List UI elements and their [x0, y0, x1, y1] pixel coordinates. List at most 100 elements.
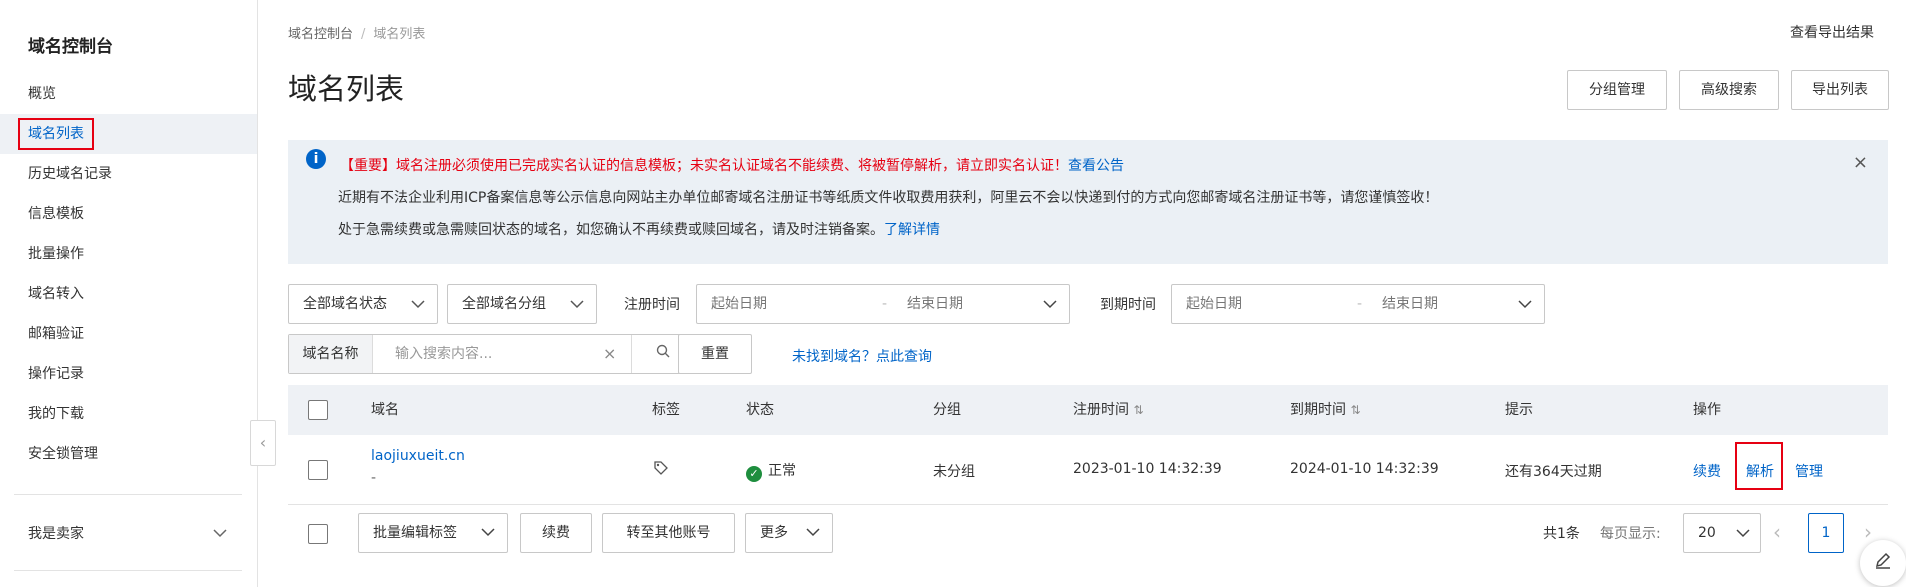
search-input[interactable]: 输入搜索内容... [395, 335, 492, 373]
sidebar-item-op-log[interactable]: 操作记录 [0, 354, 257, 394]
chevron-down-icon [570, 285, 584, 323]
reg-date-range[interactable]: 起始日期 - 结束日期 [696, 284, 1070, 324]
learn-more-link[interactable]: 了解详情 [884, 222, 940, 238]
search-field-label: 域名名称 [289, 335, 373, 373]
notice-line-fraud: 近期有不法企业利用ICP备案信息等公示信息向网站主办单位邮寄域名注册证书等纸质文… [338, 190, 1439, 206]
reset-button[interactable]: 重置 [678, 334, 752, 374]
sidebar-item-templates[interactable]: 信息模板 [0, 194, 257, 234]
exp-start-date[interactable]: 起始日期 [1186, 285, 1242, 323]
table-row: laojiuxueit.cn - ✓ 正常 未分组 2023-01-10 14:3… [288, 435, 1888, 505]
info-icon: i [306, 149, 326, 169]
page-title: 域名列表 [288, 72, 405, 106]
status-text: 正常 [768, 463, 796, 479]
chevron-down-icon [411, 285, 425, 323]
exp-time-label: 到期时间 [1100, 297, 1156, 313]
column-header-status: 状态 [746, 402, 774, 418]
not-found-query-link[interactable]: 未找到域名？点此查询 [792, 346, 932, 366]
exp-time-value: 2024-01-10 14:32:39 [1290, 461, 1439, 477]
chevron-left-icon: ‹ [259, 433, 267, 452]
group-manage-button[interactable]: 分组管理 [1567, 70, 1667, 110]
chevron-down-icon [806, 514, 820, 552]
notice-text: 处于急需续费或急需赎回状态的域名，如您确认不再续费或赎回域名，请及时注销备案。 [338, 222, 884, 238]
transfer-account-button[interactable]: 转至其他账号 [602, 513, 735, 553]
sidebar-item-label: 邮箱验证 [28, 326, 84, 342]
status-filter-select[interactable]: 全部域名状态 [288, 284, 438, 324]
next-page-icon[interactable]: › [1864, 520, 1872, 544]
clear-icon[interactable]: × [603, 335, 616, 373]
exp-end-date[interactable]: 结束日期 [1382, 285, 1438, 323]
view-export-result-link[interactable]: 查看导出结果 [1790, 22, 1874, 42]
sidebar-title: 域名控制台 [28, 37, 113, 57]
column-header-reg-time[interactable]: 注册时间 ⇅ [1073, 385, 1144, 435]
top-bar [0, 0, 1906, 3]
chevron-down-icon [1043, 285, 1057, 323]
highlight-box [1735, 442, 1783, 490]
view-announcement-link[interactable]: 查看公告 [1068, 158, 1124, 174]
page-number-button[interactable]: 1 [1808, 513, 1844, 553]
sidebar-item-history[interactable]: 历史域名记录 [0, 154, 257, 194]
row-checkbox[interactable] [308, 460, 328, 480]
per-page-select[interactable]: 20 [1683, 513, 1761, 553]
sort-icon[interactable]: ⇅ [1133, 403, 1143, 417]
reg-time-label: 注册时间 [624, 297, 680, 313]
sidebar-item-batch[interactable]: 批量操作 [0, 234, 257, 274]
sidebar-item-domain-list[interactable]: 域名列表 [0, 114, 257, 154]
sidebar-item-transfer-in[interactable]: 域名转入 [0, 274, 257, 314]
breadcrumb-root[interactable]: 域名控制台 [288, 27, 353, 42]
expiry-tip: 还有364天过期 [1505, 464, 1602, 480]
column-header-exp-time[interactable]: 到期时间 ⇅ [1290, 385, 1361, 435]
sidebar-item-label: 概览 [28, 86, 56, 102]
prev-page-icon[interactable]: ‹ [1773, 520, 1781, 544]
sidebar-item-overview[interactable]: 概览 [0, 74, 257, 114]
domain-search: 域名名称 输入搜索内容... × [288, 334, 694, 374]
column-header-tip: 提示 [1505, 402, 1533, 418]
sort-icon[interactable]: ⇅ [1350, 403, 1360, 417]
chevron-down-icon [213, 514, 227, 554]
batch-edit-tag-label: 批量编辑标签 [373, 525, 457, 541]
tag-icon[interactable] [653, 460, 669, 480]
advanced-search-button[interactable]: 高级搜索 [1679, 70, 1779, 110]
export-list-button[interactable]: 导出列表 [1791, 70, 1889, 110]
sidebar-item-seller[interactable]: 我是卖家 [0, 514, 257, 554]
chevron-down-icon [481, 514, 495, 552]
select-all-checkbox[interactable] [308, 400, 328, 420]
column-header-tag: 标签 [652, 402, 680, 418]
reg-end-date[interactable]: 结束日期 [907, 285, 963, 323]
sidebar-item-label: 域名转入 [28, 286, 84, 302]
column-header-label: 到期时间 [1290, 402, 1346, 418]
notice-text: 【重要】域名注册必须使用已完成实名认证的信息模板；未实名认证域名不能续费、将被暂… [340, 158, 1068, 174]
notice-banner: i 【重要】域名注册必须使用已完成实名认证的信息模板；未实名认证域名不能续费、将… [288, 140, 1888, 264]
breadcrumb-separator: / [361, 27, 366, 42]
edit-pencil-icon[interactable] [1860, 540, 1906, 586]
domain-link[interactable]: laojiuxueit.cn [371, 448, 465, 464]
footer-select-all-checkbox[interactable] [308, 524, 328, 544]
notice-line-important: 【重要】域名注册必须使用已完成实名认证的信息模板；未实名认证域名不能续费、将被暂… [340, 155, 1124, 175]
breadcrumb-current: 域名列表 [373, 27, 426, 42]
sidebar-divider [14, 494, 242, 495]
sidebar-divider [14, 570, 242, 571]
sidebar-collapse-button[interactable]: ‹ [250, 420, 276, 466]
sidebar-item-label: 我是卖家 [28, 526, 84, 542]
manage-link[interactable]: 管理 [1795, 461, 1823, 481]
reg-time-value: 2023-01-10 14:32:39 [1073, 461, 1222, 477]
batch-renew-button[interactable]: 续费 [520, 513, 592, 553]
group-filter-value: 全部域名分组 [462, 296, 546, 312]
renew-link[interactable]: 续费 [1693, 461, 1721, 481]
exp-date-range[interactable]: 起始日期 - 结束日期 [1171, 284, 1545, 324]
chevron-down-icon [1736, 514, 1750, 552]
batch-edit-tag-select[interactable]: 批量编辑标签 [358, 513, 508, 553]
column-header-label: 注册时间 [1073, 402, 1129, 418]
breadcrumb: 域名控制台 / 域名列表 [288, 23, 425, 42]
table-header: 域名 标签 状态 分组 注册时间 ⇅ 到期时间 ⇅ 提示 操作 [288, 385, 1888, 435]
total-count: 共1条 [1543, 526, 1580, 542]
sidebar-item-downloads[interactable]: 我的下载 [0, 394, 257, 434]
more-select[interactable]: 更多 [745, 513, 833, 553]
group-filter-select[interactable]: 全部域名分组 [447, 284, 597, 324]
reg-start-date[interactable]: 起始日期 [711, 285, 767, 323]
sidebar-item-label: 操作记录 [28, 366, 84, 382]
sidebar-item-security-lock[interactable]: 安全锁管理 [0, 434, 257, 474]
close-icon[interactable]: × [1853, 152, 1868, 173]
column-header-domain: 域名 [371, 402, 399, 418]
sidebar-item-email-verify[interactable]: 邮箱验证 [0, 314, 257, 354]
status-filter-value: 全部域名状态 [303, 296, 387, 312]
